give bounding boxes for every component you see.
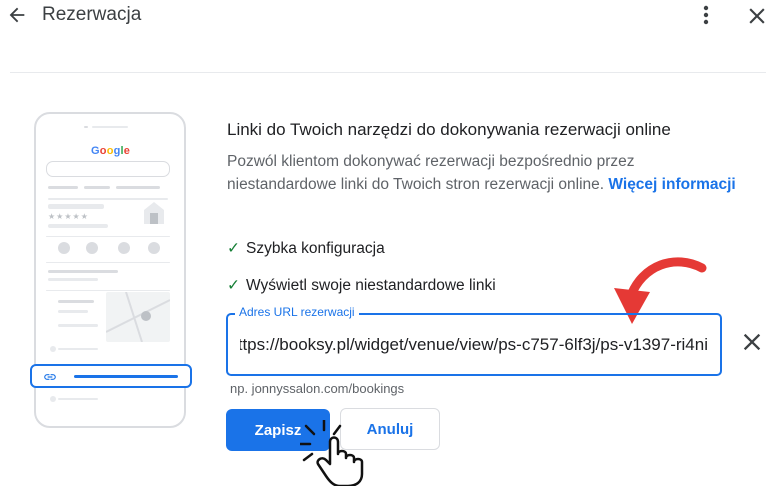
- booking-url-input[interactable]: [240, 331, 708, 359]
- clear-field-button[interactable]: [738, 328, 766, 356]
- section-heading: Linki do Twoich narzędzi do dokonywania …: [227, 120, 671, 139]
- close-button[interactable]: [744, 3, 770, 29]
- description-text: Pozwól klientom dokonywać rezerwacji bez…: [227, 153, 635, 193]
- rating-stars: ★★★★★: [48, 212, 89, 221]
- page-title: Rezerwacja: [42, 4, 142, 25]
- booking-url-field[interactable]: Adres URL rezerwacji: [226, 305, 722, 376]
- section-description: Pozwól klientom dokonywać rezerwacji bez…: [227, 150, 747, 196]
- more-vert-icon: [703, 5, 709, 25]
- check-item-custom-links: ✓ Wyświetl swoje niestandardowe linki: [227, 277, 496, 294]
- booking-link-highlight: [30, 364, 192, 388]
- booking-url-label: Adres URL rezerwacji: [235, 305, 359, 319]
- check-icon: ✓: [227, 277, 240, 294]
- hand-cursor-icon: [300, 420, 364, 486]
- arrow-left-icon: [9, 7, 25, 23]
- link-icon: [44, 374, 56, 380]
- close-icon: [743, 333, 761, 351]
- close-icon: [749, 8, 765, 24]
- storefront-icon: [144, 202, 164, 224]
- field-hint: np. jonnyssalon.com/bookings: [230, 381, 405, 396]
- google-logo: Google: [91, 145, 131, 157]
- map-icon: [106, 292, 170, 342]
- back-button[interactable]: [4, 2, 30, 28]
- check-icon: ✓: [227, 240, 240, 257]
- header-divider: [10, 72, 766, 73]
- more-info-link[interactable]: Więcej informacji: [608, 176, 735, 193]
- check-item-quick-setup: ✓ Szybka konfiguracja: [227, 240, 385, 257]
- more-options-button[interactable]: [696, 2, 716, 28]
